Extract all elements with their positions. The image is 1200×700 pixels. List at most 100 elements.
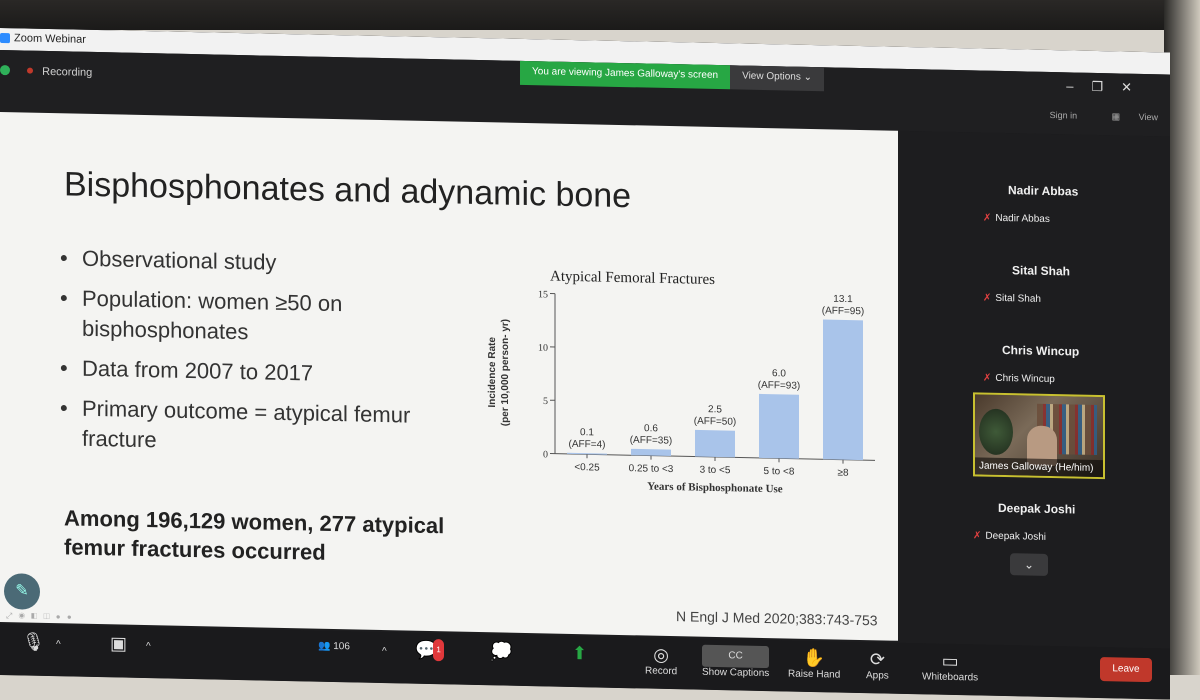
record-button[interactable]: ◎Record [645, 644, 677, 678]
captions-label: Show Captions [702, 667, 769, 679]
video-tile[interactable]: James Galloway (He/him) [973, 392, 1105, 479]
x-axis-label: Years of Bisphosphonate Use [647, 481, 782, 496]
participant-name: Sital Shah [1012, 263, 1070, 278]
reactions-button[interactable]: 💭 [490, 640, 512, 662]
video-off-icon: ▣ [110, 632, 127, 654]
x-tick-label: ≥8 [837, 468, 848, 479]
y-tick-label: 15 [538, 289, 548, 300]
audio-button[interactable]: 🎙 [22, 630, 45, 652]
whiteboard-icon: ▭ [922, 649, 978, 672]
video-button[interactable]: ▣ [110, 632, 127, 654]
chat-icon: 💬1 [415, 639, 444, 662]
chevron-down-icon: ⌄ [1024, 557, 1034, 571]
x-tick-label: 3 to <5 [700, 465, 731, 477]
security-shield-icon[interactable] [0, 65, 10, 75]
zoom-icon [0, 33, 10, 43]
recording-dot-icon [27, 68, 33, 74]
aff-label: (AFF=4) [569, 439, 606, 451]
record-label: Record [645, 666, 677, 678]
mini-icons-row: ⤢ ◉ ◧ ◫ ● ● [6, 611, 74, 622]
leave-button[interactable]: Leave [1100, 657, 1152, 682]
apps-button[interactable]: ⟳Apps [866, 648, 889, 681]
value-label: 6.0 [772, 368, 786, 379]
bar [823, 320, 863, 461]
bar [695, 430, 735, 458]
caret-up-icon: ^ [382, 646, 387, 657]
bar-chart: 0 5 10 15 Incidence Rate(per 10,000 person- … [470, 287, 890, 546]
apps-label: Apps [866, 670, 889, 681]
close-icon[interactable]: ✕ [1121, 79, 1150, 95]
whiteboards-label: Whiteboards [922, 671, 978, 683]
value-label: 13.1 [833, 294, 853, 305]
scroll-down-button[interactable]: ⌄ [1010, 553, 1048, 576]
value-label: 0.6 [644, 423, 658, 434]
aff-label: (AFF=35) [630, 435, 673, 447]
video-options-caret[interactable]: ^ [146, 641, 151, 652]
zoom-window: Zoom Webinar Recording You are viewing J… [0, 28, 1170, 700]
x-tick-label: 5 to <8 [764, 466, 795, 478]
shared-slide: Bisphosphonates and adynamic bone Observ… [0, 112, 898, 641]
view-options-button[interactable]: View Options ⌄ [730, 65, 824, 91]
people-icon: 👥 [318, 641, 330, 652]
slide-summary: Among 196,129 women, 277 atypical femur … [64, 503, 484, 570]
sign-in-link[interactable]: Sign in [1050, 110, 1078, 121]
bullet-list: Observational study Population: women ≥5… [60, 243, 470, 472]
bullet-item: Primary outcome = atypical femur fractur… [60, 393, 470, 462]
window-controls: –❐✕ [1066, 78, 1150, 96]
viewing-banner: You are viewing James Galloway's screen … [520, 61, 824, 91]
participant-name: Deepak Joshi [998, 501, 1075, 517]
whiteboards-button[interactable]: ▭Whiteboards [922, 649, 978, 683]
participants-caret[interactable]: ^ [382, 646, 387, 657]
value-label: 2.5 [708, 404, 722, 415]
plant [979, 409, 1013, 456]
restore-icon[interactable]: ❐ [1091, 79, 1121, 95]
apps-icon: ⟳ [866, 648, 889, 670]
mic-off-icon: 🎙 [22, 630, 45, 652]
share-button[interactable]: ⬆ [572, 642, 587, 664]
topbar-right: Sign in ▦ View [1034, 110, 1158, 124]
participant-tag: ✗Chris Wincup [983, 373, 1055, 386]
share-up-arrow-icon: ⬆ [572, 642, 587, 664]
participant-tag: ✗Deepak Joshi [973, 530, 1046, 543]
bullet-item: Observational study [60, 243, 470, 282]
caret-up-icon: ^ [56, 639, 61, 650]
view-button[interactable]: ▦ View [1096, 111, 1158, 122]
y-tick-label: 0 [543, 449, 548, 460]
chat-button[interactable]: 💬1 [415, 639, 444, 662]
y-axis-label: Incidence Rate(per 10,000 person- yr) [487, 319, 511, 427]
y-tick-label: 10 [538, 343, 548, 354]
raise-hand-button[interactable]: ✋Raise Hand [788, 647, 840, 681]
participant-tag-label: Nadir Abbas [995, 213, 1049, 225]
value-label: 0.1 [580, 427, 594, 438]
viewing-banner-text: You are viewing James Galloway's screen [520, 61, 730, 89]
aff-label: (AFF=93) [758, 380, 801, 392]
participant-tag-label: Chris Wincup [995, 373, 1054, 385]
mic-muted-icon: ✗ [973, 530, 981, 541]
aff-label: (AFF=95) [822, 305, 865, 317]
y-tick-label: 5 [543, 396, 548, 407]
participant-tag: ✗Sital Shah [983, 293, 1041, 305]
view-button-label: View [1139, 112, 1158, 122]
hand-icon: ✋ [788, 647, 840, 670]
recording-label: Recording [42, 66, 92, 79]
mini-toolbar-icons: ⤢ ◉ ◧ ◫ ● ● [6, 611, 74, 621]
bullet-item: Population: women ≥50 on bisphosphonates [60, 283, 470, 352]
x-tick-label: <0.25 [574, 462, 600, 474]
captions-button[interactable]: CC Show Captions [702, 645, 769, 679]
citation: N Engl J Med 2020;383:743-753 [676, 608, 878, 628]
minimize-icon[interactable]: – [1066, 78, 1091, 94]
x-tick-label: 0.25 to <3 [629, 463, 674, 475]
participant-tag: ✗ Nadir Abbas [983, 213, 1050, 225]
participant-name: Nadir Abbas [1008, 183, 1078, 198]
participants-count: 106 [333, 641, 350, 652]
aff-label: (AFF=50) [694, 416, 737, 428]
slide-title: Bisphosphonates and adynamic bone [64, 165, 631, 216]
participants-button[interactable]: 👥 106 [318, 641, 350, 653]
pencil-icon: ✎ [15, 582, 28, 599]
mic-muted-icon: ✗ [983, 213, 991, 224]
audio-options-caret[interactable]: ^ [56, 639, 61, 650]
annotate-pen-button[interactable]: ✎ [4, 573, 40, 610]
window-title: Zoom Webinar [14, 32, 86, 46]
video-tile-label: James Galloway (He/him) [975, 457, 1103, 477]
bar [759, 394, 799, 459]
